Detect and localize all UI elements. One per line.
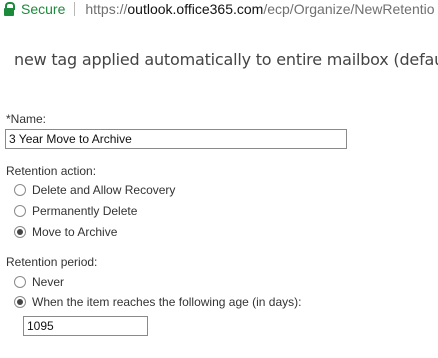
radio-label: Delete and Allow Recovery <box>32 183 176 197</box>
address-bar[interactable]: Secure https:// outlook.office365.com /e… <box>0 0 438 18</box>
age-days-input[interactable] <box>23 316 148 336</box>
radio-button-icon[interactable] <box>14 276 26 288</box>
radio-label: When the item reaches the following age … <box>32 295 302 309</box>
radio-item-age[interactable]: When the item reaches the following age … <box>14 295 301 309</box>
retention-period-label: Retention period: <box>6 255 98 269</box>
secure-label: Secure <box>21 1 66 17</box>
page: Secure https:// outlook.office365.com /e… <box>0 0 438 358</box>
radio-label: Move to Archive <box>32 225 118 239</box>
radio-button-icon[interactable] <box>14 184 26 196</box>
radio-button-icon[interactable] <box>14 296 26 308</box>
radio-label: Never <box>32 275 65 289</box>
url-protocol[interactable]: https:// <box>85 1 127 17</box>
radio-never[interactable]: Never <box>14 275 64 289</box>
dialog-title: new tag applied automatically to entire … <box>14 50 438 69</box>
retention-action-label: Retention action: <box>6 164 97 178</box>
radio-button-icon[interactable] <box>14 226 26 238</box>
radio-button-icon[interactable] <box>14 205 26 217</box>
url-path[interactable]: /ecp/Organize/NewRetentio <box>263 1 434 17</box>
lock-icon <box>3 2 15 16</box>
url-host[interactable]: outlook.office365.com <box>127 1 263 17</box>
address-divider <box>74 2 76 16</box>
radio-permanently-delete[interactable]: Permanently Delete <box>14 204 137 218</box>
name-input[interactable] <box>5 129 347 149</box>
name-label: *Name: <box>6 112 47 126</box>
radio-delete-allow-recovery[interactable]: Delete and Allow Recovery <box>14 183 175 197</box>
radio-label: Permanently Delete <box>32 204 138 218</box>
radio-move-to-archive[interactable]: Move to Archive <box>14 225 117 239</box>
